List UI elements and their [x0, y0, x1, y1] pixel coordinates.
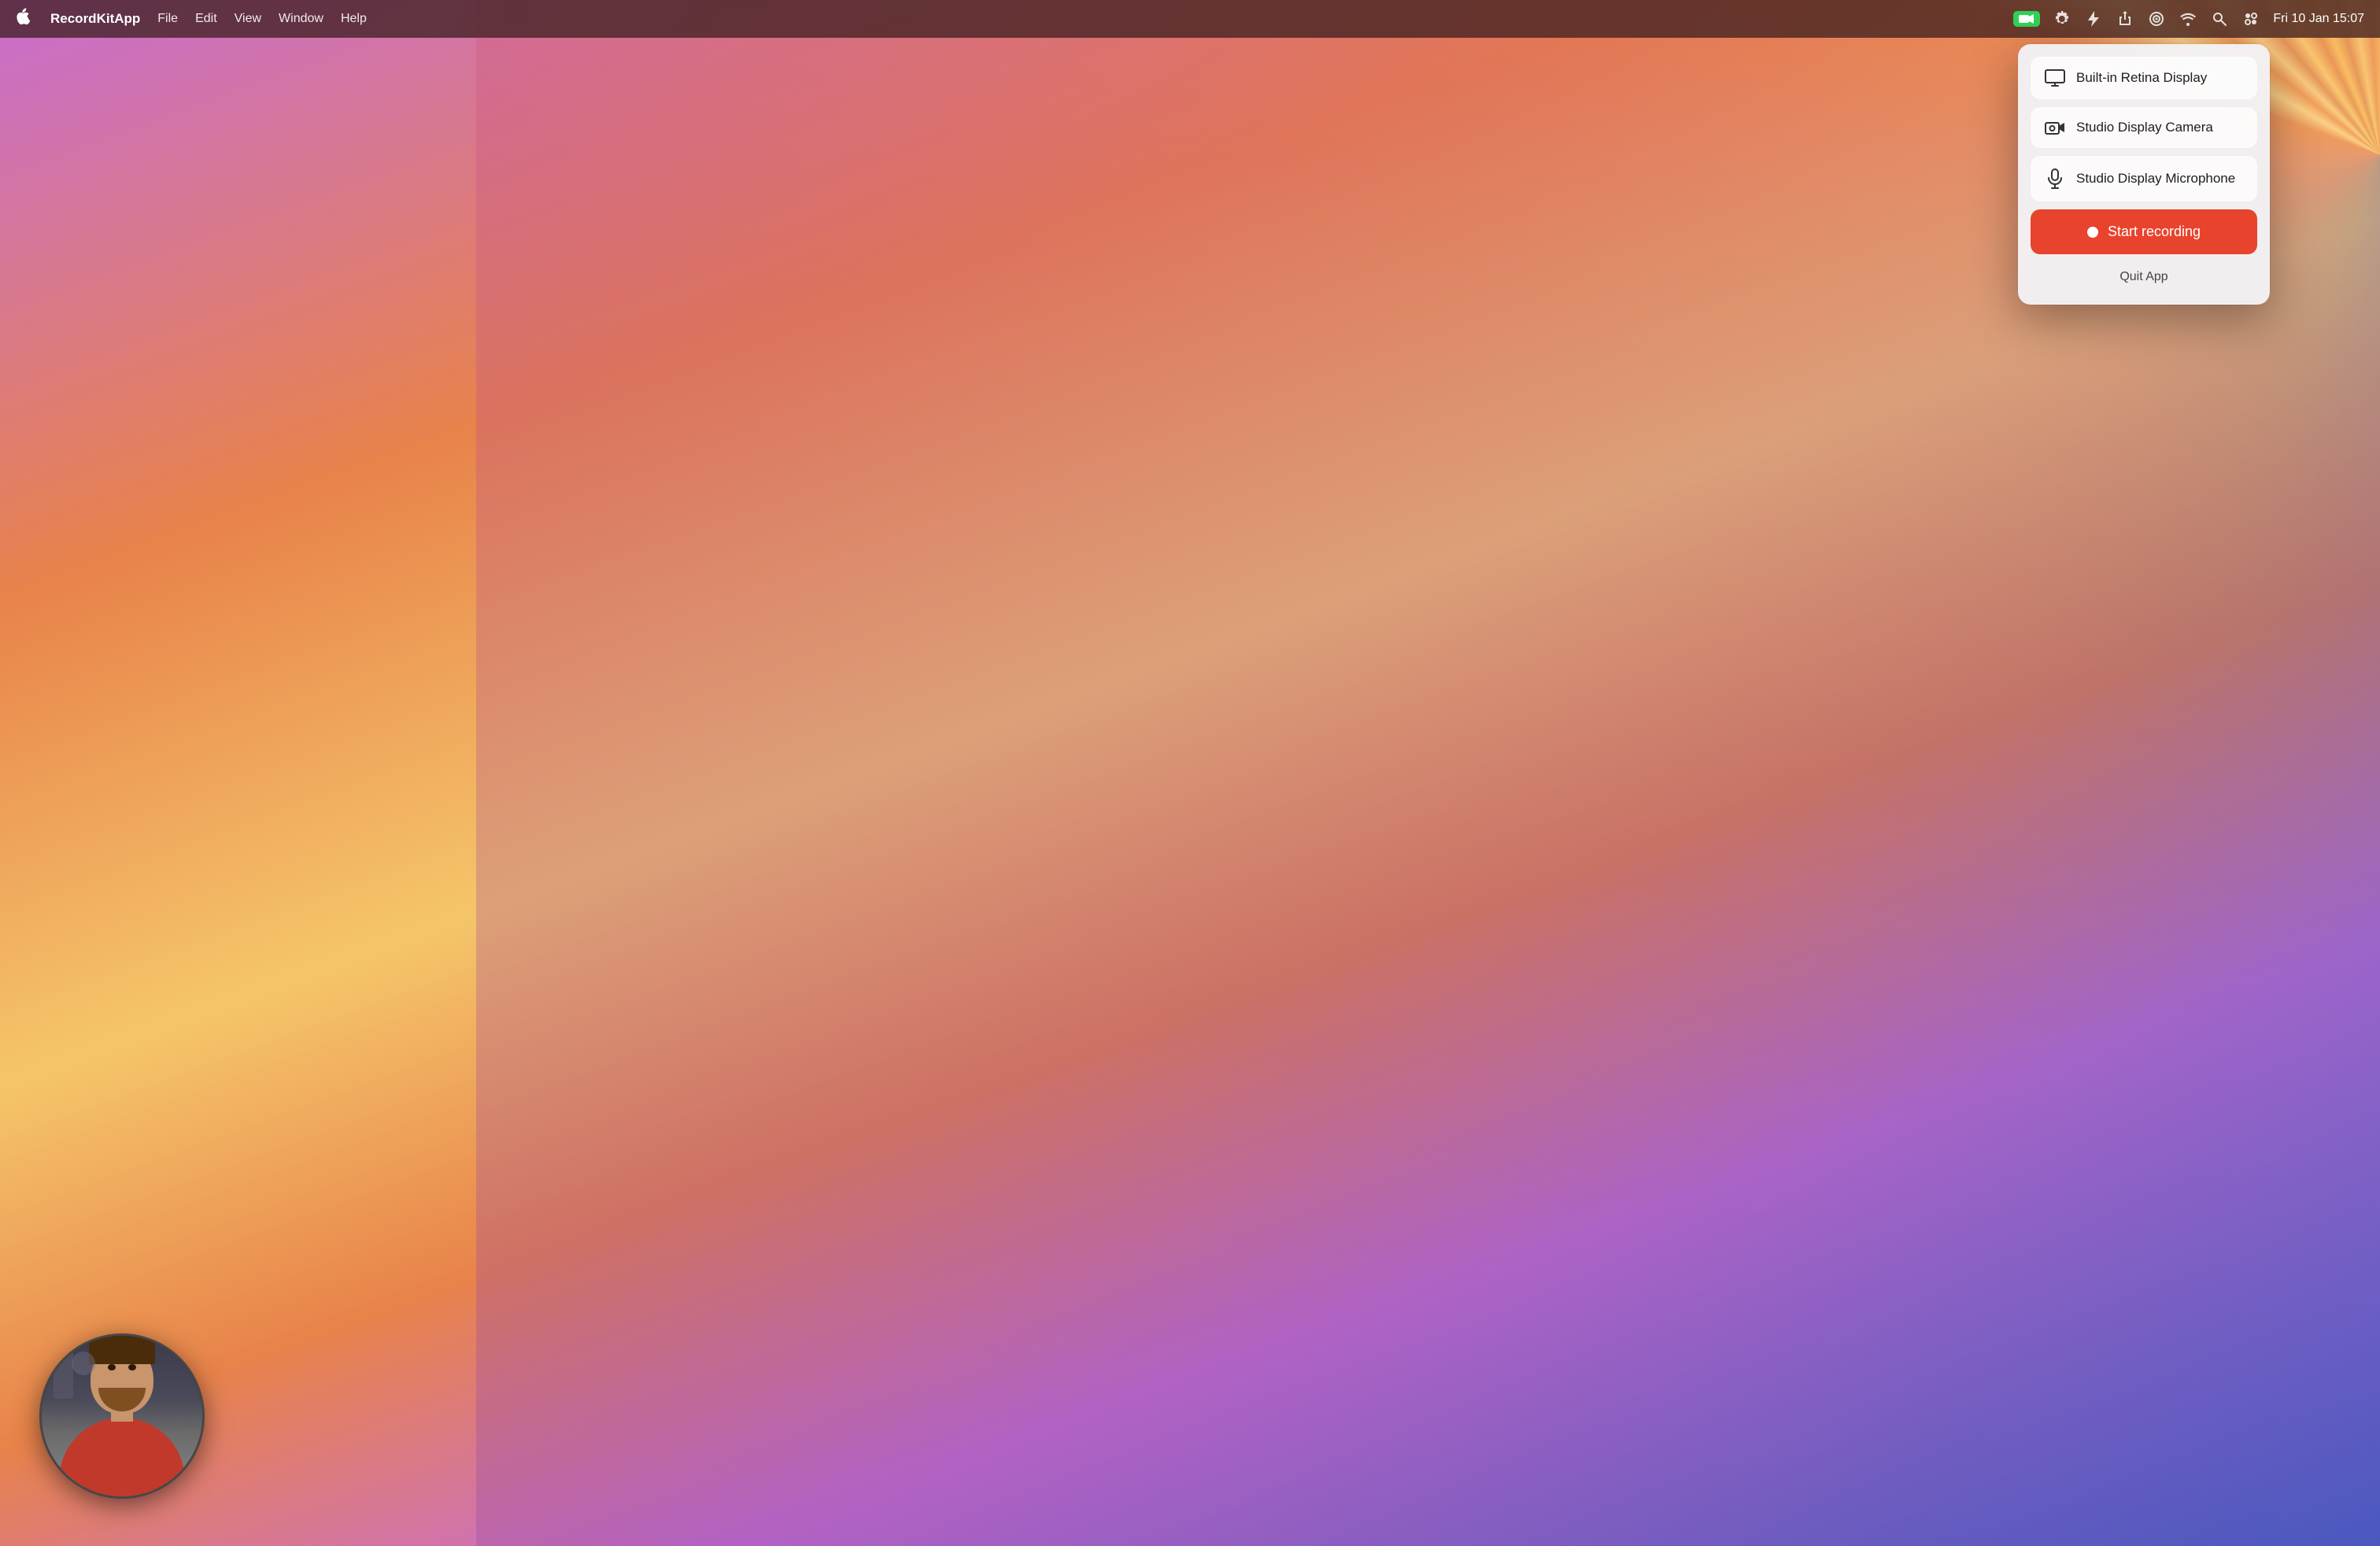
- monitor-icon: [2045, 69, 2065, 87]
- menubar-left: RecordKitApp File Edit View Window Help: [16, 8, 367, 30]
- gear-icon[interactable]: [2053, 9, 2071, 28]
- menu-view[interactable]: View: [235, 12, 261, 26]
- microphone-icon: [2045, 168, 2065, 189]
- lightning-icon[interactable]: [2084, 9, 2103, 28]
- menu-file[interactable]: File: [157, 12, 178, 26]
- camera-active-icon[interactable]: [2013, 11, 2040, 27]
- share-icon[interactable]: [2116, 9, 2134, 28]
- webcam-feed: [42, 1336, 202, 1496]
- apple-logo-icon[interactable]: [16, 8, 30, 30]
- panel-item-built-in-display[interactable]: Built-in Retina Display: [2031, 57, 2257, 99]
- menu-help[interactable]: Help: [341, 12, 367, 26]
- wifi-icon[interactable]: [2179, 9, 2197, 28]
- menu-window[interactable]: Window: [279, 12, 323, 26]
- menubar-right: Fri 10 Jan 15:07: [2013, 9, 2364, 28]
- start-recording-label: Start recording: [2108, 224, 2201, 240]
- camera-icon: [2045, 120, 2065, 135]
- menu-edit[interactable]: Edit: [195, 12, 217, 26]
- popup-panel: Built-in Retina Display Studio Display C…: [2018, 44, 2270, 305]
- studio-camera-label: Studio Display Camera: [2076, 120, 2213, 135]
- control-center-icon[interactable]: [2241, 9, 2260, 28]
- start-recording-button[interactable]: Start recording: [2031, 209, 2257, 254]
- search-icon[interactable]: [2210, 9, 2229, 28]
- panel-item-studio-microphone[interactable]: Studio Display Microphone: [2031, 156, 2257, 202]
- menubar-datetime: Fri 10 Jan 15:07: [2273, 12, 2364, 26]
- quit-app-button[interactable]: Quit App: [2031, 262, 2257, 292]
- app-name[interactable]: RecordKitApp: [50, 11, 140, 27]
- built-in-display-label: Built-in Retina Display: [2076, 70, 2207, 86]
- webcam-overlay: [39, 1333, 205, 1499]
- studio-microphone-label: Studio Display Microphone: [2076, 171, 2235, 187]
- radar-icon[interactable]: [2147, 9, 2166, 28]
- panel-item-studio-camera[interactable]: Studio Display Camera: [2031, 107, 2257, 148]
- menubar: RecordKitApp File Edit View Window Help: [0, 0, 2380, 38]
- record-dot-icon: [2087, 227, 2098, 238]
